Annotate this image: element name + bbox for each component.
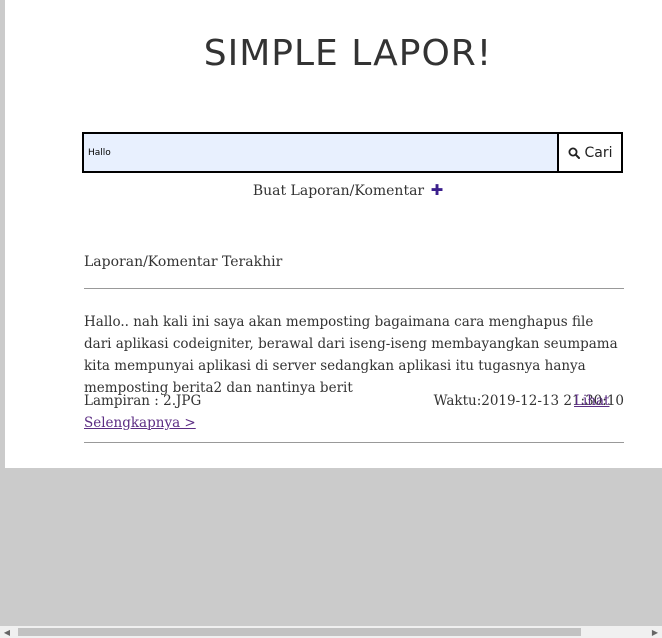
section-title: Laporan/Komentar Terakhir: [84, 254, 283, 270]
read-more-link-part2[interactable]: Selengkapnya >: [84, 412, 196, 434]
search-button[interactable]: Cari: [557, 132, 623, 173]
search-icon: [568, 147, 580, 159]
report-body: Hallo.. nah kali ini saya akan mempostin…: [84, 314, 618, 396]
scroll-left-arrow-icon[interactable]: ◀: [2, 626, 12, 638]
read-more-wrapper: .: [84, 390, 624, 412]
plus-icon: ✚: [430, 181, 444, 199]
app-title: SIMPLE LAPOR!: [203, 33, 493, 74]
read-more-link-part1[interactable]: Lihat: [574, 390, 609, 412]
divider-bottom: [84, 442, 624, 443]
scroll-right-arrow-icon[interactable]: ▶: [650, 626, 660, 638]
create-report-link[interactable]: Buat Laporan/Komentar ✚: [5, 181, 662, 199]
scroll-thumb[interactable]: [18, 628, 581, 636]
search-button-label: Cari: [584, 144, 613, 161]
search-bar: Cari: [82, 132, 623, 173]
horizontal-scrollbar[interactable]: ◀ ▶: [0, 626, 662, 638]
search-input[interactable]: [82, 132, 557, 173]
divider-top: [84, 288, 624, 289]
create-report-label: Buat Laporan/Komentar: [252, 183, 425, 199]
